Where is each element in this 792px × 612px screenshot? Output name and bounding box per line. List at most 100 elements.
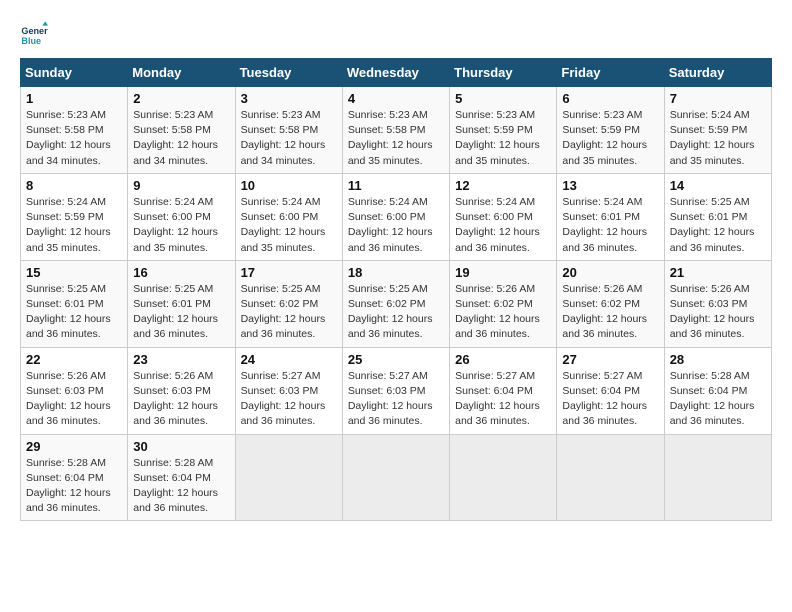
day-detail: Sunrise: 5:25 AMSunset: 6:01 PMDaylight:…: [133, 283, 218, 341]
day-detail: Sunrise: 5:24 AMSunset: 6:01 PMDaylight:…: [562, 196, 647, 254]
day-number: 25: [348, 352, 444, 367]
calendar-cell: [664, 434, 771, 521]
calendar-table: SundayMondayTuesdayWednesdayThursdayFrid…: [20, 58, 772, 521]
calendar-cell: 29 Sunrise: 5:28 AMSunset: 6:04 PMDaylig…: [21, 434, 128, 521]
day-number: 8: [26, 178, 122, 193]
calendar-cell: 16 Sunrise: 5:25 AMSunset: 6:01 PMDaylig…: [128, 260, 235, 347]
day-detail: Sunrise: 5:25 AMSunset: 6:02 PMDaylight:…: [241, 283, 326, 341]
day-detail: Sunrise: 5:27 AMSunset: 6:04 PMDaylight:…: [562, 370, 647, 428]
day-detail: Sunrise: 5:24 AMSunset: 6:00 PMDaylight:…: [455, 196, 540, 254]
calendar-cell: 14 Sunrise: 5:25 AMSunset: 6:01 PMDaylig…: [664, 173, 771, 260]
calendar-cell: 12 Sunrise: 5:24 AMSunset: 6:00 PMDaylig…: [450, 173, 557, 260]
calendar-cell: 6 Sunrise: 5:23 AMSunset: 5:59 PMDayligh…: [557, 87, 664, 174]
day-detail: Sunrise: 5:24 AMSunset: 6:00 PMDaylight:…: [241, 196, 326, 254]
calendar-cell: 25 Sunrise: 5:27 AMSunset: 6:03 PMDaylig…: [342, 347, 449, 434]
calendar-cell: 24 Sunrise: 5:27 AMSunset: 6:03 PMDaylig…: [235, 347, 342, 434]
calendar-cell: 9 Sunrise: 5:24 AMSunset: 6:00 PMDayligh…: [128, 173, 235, 260]
calendar-cell: 8 Sunrise: 5:24 AMSunset: 5:59 PMDayligh…: [21, 173, 128, 260]
day-number: 30: [133, 439, 229, 454]
day-detail: Sunrise: 5:26 AMSunset: 6:03 PMDaylight:…: [26, 370, 111, 428]
day-detail: Sunrise: 5:25 AMSunset: 6:01 PMDaylight:…: [26, 283, 111, 341]
day-number: 17: [241, 265, 337, 280]
col-header-thursday: Thursday: [450, 59, 557, 87]
calendar-cell: 27 Sunrise: 5:27 AMSunset: 6:04 PMDaylig…: [557, 347, 664, 434]
calendar-cell: 7 Sunrise: 5:24 AMSunset: 5:59 PMDayligh…: [664, 87, 771, 174]
day-detail: Sunrise: 5:27 AMSunset: 6:04 PMDaylight:…: [455, 370, 540, 428]
calendar-cell: [557, 434, 664, 521]
day-detail: Sunrise: 5:24 AMSunset: 5:59 PMDaylight:…: [670, 109, 755, 167]
day-number: 18: [348, 265, 444, 280]
svg-text:General: General: [21, 26, 48, 36]
col-header-wednesday: Wednesday: [342, 59, 449, 87]
day-detail: Sunrise: 5:26 AMSunset: 6:02 PMDaylight:…: [455, 283, 540, 341]
day-detail: Sunrise: 5:26 AMSunset: 6:03 PMDaylight:…: [670, 283, 755, 341]
day-number: 15: [26, 265, 122, 280]
day-number: 28: [670, 352, 766, 367]
calendar-cell: 11 Sunrise: 5:24 AMSunset: 6:00 PMDaylig…: [342, 173, 449, 260]
svg-text:Blue: Blue: [21, 36, 41, 46]
day-number: 16: [133, 265, 229, 280]
day-detail: Sunrise: 5:26 AMSunset: 6:03 PMDaylight:…: [133, 370, 218, 428]
day-number: 26: [455, 352, 551, 367]
calendar-cell: 13 Sunrise: 5:24 AMSunset: 6:01 PMDaylig…: [557, 173, 664, 260]
day-detail: Sunrise: 5:25 AMSunset: 6:01 PMDaylight:…: [670, 196, 755, 254]
calendar-cell: 23 Sunrise: 5:26 AMSunset: 6:03 PMDaylig…: [128, 347, 235, 434]
day-detail: Sunrise: 5:24 AMSunset: 5:59 PMDaylight:…: [26, 196, 111, 254]
logo: General Blue: [20, 20, 52, 48]
day-number: 22: [26, 352, 122, 367]
col-header-saturday: Saturday: [664, 59, 771, 87]
calendar-cell: 15 Sunrise: 5:25 AMSunset: 6:01 PMDaylig…: [21, 260, 128, 347]
col-header-friday: Friday: [557, 59, 664, 87]
calendar-cell: 5 Sunrise: 5:23 AMSunset: 5:59 PMDayligh…: [450, 87, 557, 174]
calendar-cell: [235, 434, 342, 521]
day-number: 13: [562, 178, 658, 193]
day-number: 14: [670, 178, 766, 193]
calendar-cell: 19 Sunrise: 5:26 AMSunset: 6:02 PMDaylig…: [450, 260, 557, 347]
day-detail: Sunrise: 5:23 AMSunset: 5:58 PMDaylight:…: [241, 109, 326, 167]
day-number: 23: [133, 352, 229, 367]
day-number: 27: [562, 352, 658, 367]
calendar-cell: 3 Sunrise: 5:23 AMSunset: 5:58 PMDayligh…: [235, 87, 342, 174]
calendar-cell: 26 Sunrise: 5:27 AMSunset: 6:04 PMDaylig…: [450, 347, 557, 434]
day-number: 12: [455, 178, 551, 193]
calendar-cell: 20 Sunrise: 5:26 AMSunset: 6:02 PMDaylig…: [557, 260, 664, 347]
day-detail: Sunrise: 5:23 AMSunset: 5:59 PMDaylight:…: [562, 109, 647, 167]
day-detail: Sunrise: 5:23 AMSunset: 5:59 PMDaylight:…: [455, 109, 540, 167]
col-header-sunday: Sunday: [21, 59, 128, 87]
day-detail: Sunrise: 5:26 AMSunset: 6:02 PMDaylight:…: [562, 283, 647, 341]
calendar-cell: 10 Sunrise: 5:24 AMSunset: 6:00 PMDaylig…: [235, 173, 342, 260]
calendar-cell: 2 Sunrise: 5:23 AMSunset: 5:58 PMDayligh…: [128, 87, 235, 174]
day-number: 1: [26, 91, 122, 106]
col-header-monday: Monday: [128, 59, 235, 87]
calendar-cell: 4 Sunrise: 5:23 AMSunset: 5:58 PMDayligh…: [342, 87, 449, 174]
logo-icon: General Blue: [20, 20, 48, 48]
day-number: 19: [455, 265, 551, 280]
day-number: 4: [348, 91, 444, 106]
day-number: 5: [455, 91, 551, 106]
day-number: 10: [241, 178, 337, 193]
day-detail: Sunrise: 5:28 AMSunset: 6:04 PMDaylight:…: [670, 370, 755, 428]
day-number: 6: [562, 91, 658, 106]
day-detail: Sunrise: 5:23 AMSunset: 5:58 PMDaylight:…: [348, 109, 433, 167]
day-detail: Sunrise: 5:24 AMSunset: 6:00 PMDaylight:…: [348, 196, 433, 254]
calendar-cell: 1 Sunrise: 5:23 AMSunset: 5:58 PMDayligh…: [21, 87, 128, 174]
day-number: 20: [562, 265, 658, 280]
col-header-tuesday: Tuesday: [235, 59, 342, 87]
day-detail: Sunrise: 5:27 AMSunset: 6:03 PMDaylight:…: [241, 370, 326, 428]
day-number: 3: [241, 91, 337, 106]
day-number: 7: [670, 91, 766, 106]
day-number: 2: [133, 91, 229, 106]
day-number: 21: [670, 265, 766, 280]
day-number: 9: [133, 178, 229, 193]
calendar-cell: 18 Sunrise: 5:25 AMSunset: 6:02 PMDaylig…: [342, 260, 449, 347]
calendar-cell: 17 Sunrise: 5:25 AMSunset: 6:02 PMDaylig…: [235, 260, 342, 347]
day-number: 24: [241, 352, 337, 367]
day-detail: Sunrise: 5:27 AMSunset: 6:03 PMDaylight:…: [348, 370, 433, 428]
calendar-cell: 21 Sunrise: 5:26 AMSunset: 6:03 PMDaylig…: [664, 260, 771, 347]
day-detail: Sunrise: 5:23 AMSunset: 5:58 PMDaylight:…: [133, 109, 218, 167]
day-detail: Sunrise: 5:23 AMSunset: 5:58 PMDaylight:…: [26, 109, 111, 167]
day-number: 29: [26, 439, 122, 454]
calendar-cell: [450, 434, 557, 521]
day-detail: Sunrise: 5:28 AMSunset: 6:04 PMDaylight:…: [26, 457, 111, 515]
day-number: 11: [348, 178, 444, 193]
